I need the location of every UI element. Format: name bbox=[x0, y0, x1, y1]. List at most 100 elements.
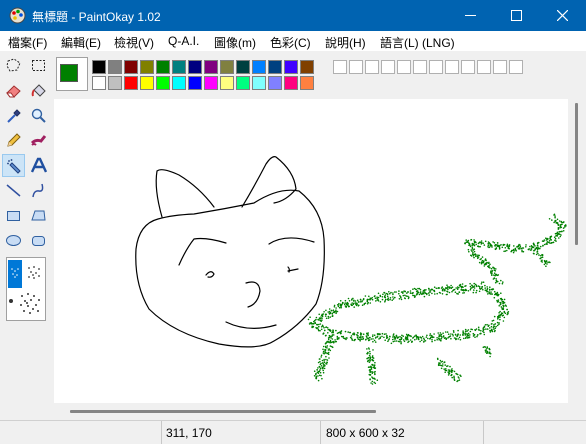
spray-dot bbox=[450, 337, 452, 340]
palette-swatch[interactable] bbox=[252, 60, 266, 74]
palette-swatch[interactable] bbox=[172, 76, 186, 90]
polygon-tool[interactable] bbox=[27, 204, 50, 227]
close-button[interactable] bbox=[540, 0, 586, 31]
eraser-tool[interactable] bbox=[2, 79, 25, 102]
spray-dot bbox=[442, 363, 444, 365]
palette-swatch[interactable] bbox=[300, 60, 314, 74]
vertical-scrollbar[interactable] bbox=[568, 99, 586, 420]
spray-dot bbox=[504, 247, 507, 249]
menu-qai[interactable]: Q-A.I. bbox=[168, 34, 199, 48]
custom-color-slot[interactable] bbox=[461, 60, 475, 74]
custom-color-slot[interactable] bbox=[365, 60, 379, 74]
menu-language[interactable]: 語言(L) (LNG) bbox=[380, 34, 455, 51]
menu-colors[interactable]: 色彩(C) bbox=[270, 34, 311, 51]
spray-dot bbox=[361, 304, 364, 306]
horizontal-scrollbar[interactable] bbox=[54, 403, 586, 420]
palette-swatch[interactable] bbox=[220, 60, 234, 74]
spray-dot-icon[interactable] bbox=[8, 298, 14, 304]
palette-swatch[interactable] bbox=[300, 76, 314, 90]
palette-swatch[interactable] bbox=[284, 76, 298, 90]
curve-tool[interactable] bbox=[27, 179, 50, 202]
palette-swatch[interactable] bbox=[188, 76, 202, 90]
spray-dot bbox=[534, 248, 536, 251]
minimize-button[interactable] bbox=[448, 0, 494, 31]
palette-swatch[interactable] bbox=[172, 60, 186, 74]
spray-dot bbox=[557, 233, 560, 235]
magnifier-tool[interactable] bbox=[27, 104, 50, 127]
rect-select-tool[interactable] bbox=[27, 54, 50, 77]
spray-dot bbox=[478, 329, 480, 331]
palette-swatch[interactable] bbox=[108, 76, 122, 90]
pencil-tool[interactable] bbox=[2, 129, 25, 152]
menu-view[interactable]: 檢視(V) bbox=[114, 34, 154, 51]
custom-color-slot[interactable] bbox=[381, 60, 395, 74]
palette-swatch[interactable] bbox=[156, 76, 170, 90]
palette-swatch[interactable] bbox=[92, 60, 106, 74]
brush-tool[interactable] bbox=[27, 129, 50, 152]
rect-select-icon bbox=[32, 60, 45, 71]
paint-palette-icon[interactable] bbox=[9, 7, 26, 24]
custom-color-slot[interactable] bbox=[397, 60, 411, 74]
menu-file[interactable]: 檔案(F) bbox=[8, 34, 47, 51]
spray-dot bbox=[366, 348, 368, 350]
custom-color-slot[interactable] bbox=[493, 60, 507, 74]
spray-large-icon[interactable] bbox=[17, 292, 43, 316]
palette-swatch[interactable] bbox=[108, 60, 122, 74]
vertical-scroll-thumb[interactable] bbox=[575, 103, 578, 245]
spray-dot bbox=[548, 240, 551, 242]
palette-swatch[interactable] bbox=[268, 60, 282, 74]
ellipse-tool[interactable] bbox=[2, 229, 25, 252]
maximize-icon bbox=[511, 10, 522, 21]
custom-color-slot[interactable] bbox=[477, 60, 491, 74]
palette-swatch[interactable] bbox=[252, 76, 266, 90]
spray-dot bbox=[431, 340, 433, 343]
free-select-tool[interactable] bbox=[2, 54, 25, 77]
menu-help[interactable]: 說明(H) bbox=[325, 34, 366, 51]
palette-swatch[interactable] bbox=[124, 76, 138, 90]
foreground-color[interactable] bbox=[60, 64, 78, 82]
spray-medium-icon[interactable] bbox=[25, 264, 43, 282]
spray-dot bbox=[499, 301, 502, 304]
palette-swatch[interactable] bbox=[268, 76, 282, 90]
spray-dot bbox=[444, 364, 447, 366]
custom-color-slot[interactable] bbox=[509, 60, 523, 74]
palette-swatch[interactable] bbox=[92, 76, 106, 90]
spray-dot bbox=[554, 215, 556, 217]
palette-swatch[interactable] bbox=[156, 60, 170, 74]
palette-swatch[interactable] bbox=[236, 76, 250, 90]
color-picker-tool[interactable] bbox=[2, 104, 25, 127]
spray-dot bbox=[392, 292, 394, 294]
spray-dot bbox=[559, 224, 562, 226]
custom-color-slot[interactable] bbox=[333, 60, 347, 74]
spray-dot bbox=[384, 339, 387, 341]
palette-swatch[interactable] bbox=[284, 60, 298, 74]
palette-swatch[interactable] bbox=[188, 60, 202, 74]
palette-swatch[interactable] bbox=[220, 76, 234, 90]
spray-dot bbox=[554, 219, 556, 222]
custom-color-slot[interactable] bbox=[349, 60, 363, 74]
fill-tool[interactable] bbox=[27, 79, 50, 102]
custom-color-slot[interactable] bbox=[413, 60, 427, 74]
airbrush-tool[interactable] bbox=[2, 154, 25, 177]
spray-dot bbox=[340, 330, 342, 333]
palette-swatch[interactable] bbox=[140, 76, 154, 90]
menu-edit[interactable]: 編輯(E) bbox=[61, 34, 101, 51]
palette-swatch[interactable] bbox=[236, 60, 250, 74]
line-tool[interactable] bbox=[2, 179, 25, 202]
palette-swatch[interactable] bbox=[124, 60, 138, 74]
menu-image[interactable]: 圖像(m) bbox=[214, 34, 256, 51]
rounded-rect-tool[interactable] bbox=[27, 229, 50, 252]
palette-swatch[interactable] bbox=[140, 60, 154, 74]
drawing-canvas[interactable] bbox=[54, 99, 568, 403]
spray-dot bbox=[329, 349, 332, 352]
palette-swatch[interactable] bbox=[204, 76, 218, 90]
palette-swatch[interactable] bbox=[204, 60, 218, 74]
custom-color-slot[interactable] bbox=[429, 60, 443, 74]
maximize-button[interactable] bbox=[494, 0, 540, 31]
horizontal-scroll-thumb[interactable] bbox=[70, 410, 376, 413]
custom-color-slot[interactable] bbox=[445, 60, 459, 74]
spray-dot bbox=[316, 323, 318, 326]
text-tool[interactable] bbox=[27, 154, 50, 177]
rectangle-tool[interactable] bbox=[2, 204, 25, 227]
spray-dot bbox=[439, 339, 442, 342]
